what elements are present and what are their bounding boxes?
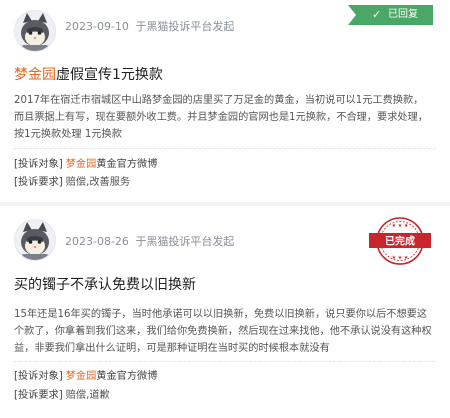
complaint-demand: [投诉要求] 赔偿,改善服务 [14, 173, 130, 188]
complaint-date: 2023-09-10 [65, 20, 129, 33]
cat-avatar-icon [14, 10, 56, 52]
complaint-card[interactable]: 2023-09-10 于黑猫投诉平台发起 ✓ 已回复 梦金园虚假宣传1元换款 2… [0, 0, 450, 204]
status-label: 已回复 [388, 9, 418, 20]
complaint-target: [投诉对象] 梦金园黄金官方微博 [14, 367, 157, 382]
complaint-meta: 2023-08-26 于黑猫投诉平台发起 [65, 233, 234, 249]
demand-value: 赔偿,道歉 [65, 390, 110, 401]
complaint-demand: [投诉要求] 赔偿,道歉 [14, 386, 110, 401]
target-label: [投诉对象] [14, 371, 63, 382]
complaint-source: 于黑猫投诉平台发起 [135, 235, 235, 248]
status-badge-replied: ✓ 已回复 [348, 5, 433, 25]
check-icon: ✓ [372, 8, 382, 21]
divider [14, 148, 436, 149]
complaint-source: 于黑猫投诉平台发起 [135, 20, 235, 33]
divider [14, 361, 436, 362]
complaint-title[interactable]: 梦金园虚假宣传1元换款 [14, 64, 163, 84]
complaint-description: 15年还是16年买的镯子，当时他承诺可以以旧换新，免费以旧换新，说只要你以后不想… [14, 309, 432, 355]
title-text: 买的镯子不承认免费以旧换新 [14, 277, 196, 293]
complaint-description: 2017年在宿迁市宿城区中山路梦金园的店里买了万足金的黄金，当初说可以1元工费换… [14, 95, 428, 141]
target-rest: 黄金官方微博 [96, 159, 158, 170]
complaint-date: 2023-08-26 [65, 235, 129, 248]
target-rest: 黄金官方微博 [96, 371, 158, 382]
complaint-title[interactable]: 买的镯子不承认免费以旧换新 [14, 274, 196, 294]
target-brand-link[interactable]: 梦金园 [66, 371, 97, 382]
tag-notch [348, 5, 356, 25]
cat-avatar-icon [14, 219, 56, 261]
demand-label: [投诉要求] [14, 177, 63, 188]
status-label: 已完成 [385, 235, 415, 248]
demand-label: [投诉要求] [14, 390, 63, 401]
title-brand: 梦金园 [14, 67, 56, 83]
svg-text:★ ★ ★: ★ ★ ★ [392, 223, 409, 229]
title-text: 虚假宣传1元换款 [56, 67, 163, 83]
svg-text:★ ★ ★: ★ ★ ★ [392, 255, 409, 261]
complaint-target: [投诉对象] 梦金园黄金官方微博 [14, 155, 157, 170]
target-label: [投诉对象] [14, 159, 63, 170]
demand-value: 赔偿,改善服务 [65, 177, 131, 188]
status-stamp-completed: ★ ★ ★ 已完成 ★ ★ ★ [369, 216, 431, 266]
target-brand-link[interactable]: 梦金园 [66, 159, 97, 170]
complaint-meta: 2023-09-10 于黑猫投诉平台发起 [65, 18, 234, 34]
